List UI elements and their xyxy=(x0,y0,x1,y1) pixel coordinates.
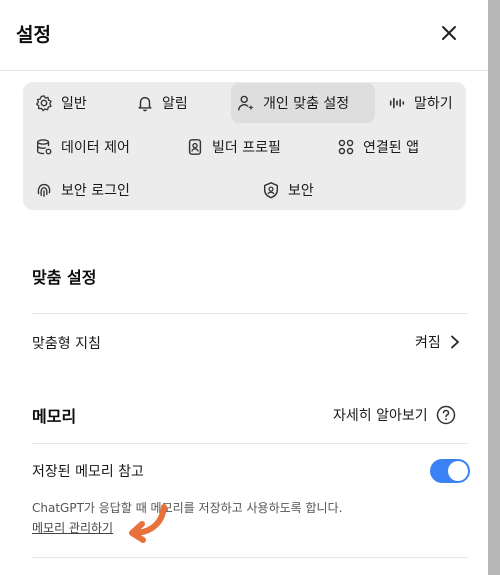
custom-instructions-button[interactable]: 켜짐 xyxy=(415,332,461,352)
tab-secure-login[interactable]: 보안 로그인 xyxy=(29,171,136,209)
settings-dialog: 설정 일반 알림 개인 맞춤 설정 말하기 데이터 제어 빌더 프로필 연결된 … xyxy=(0,0,488,575)
toggle-knob xyxy=(448,461,468,481)
tab-voice[interactable]: 말하기 xyxy=(382,84,459,122)
manage-memory-link[interactable]: 메모리 관리하기 xyxy=(32,519,113,536)
tab-data-controls[interactable]: 데이터 제어 xyxy=(29,128,136,166)
memory-section-title: 메모리 xyxy=(32,407,77,426)
divider xyxy=(32,443,468,444)
apps-grid-icon xyxy=(338,139,354,155)
annotation-arrow-icon xyxy=(129,504,167,543)
tab-label: 빌더 프로필 xyxy=(212,140,281,156)
tab-personalization[interactable]: 개인 맞춤 설정 xyxy=(231,83,375,123)
saved-memory-toggle[interactable] xyxy=(430,459,470,483)
tab-label: 개인 맞춤 설정 xyxy=(263,96,350,112)
id-badge-icon xyxy=(188,139,202,155)
close-icon xyxy=(442,26,456,40)
bell-icon xyxy=(138,96,152,112)
tab-label: 데이터 제어 xyxy=(61,140,130,156)
tab-label: 알림 xyxy=(162,96,188,112)
person-sparkle-icon xyxy=(238,95,254,111)
chevron-right-icon xyxy=(450,335,459,349)
custom-instructions-label: 맞춤형 지침 xyxy=(32,336,101,352)
tab-general[interactable]: 일반 xyxy=(29,84,93,122)
tab-label: 연결된 앱 xyxy=(363,140,419,156)
learn-more-button[interactable]: 자세히 알아보기 xyxy=(333,405,456,425)
dialog-header: 설정 xyxy=(0,0,488,71)
gear-icon xyxy=(35,95,52,112)
memory-description: ChatGPT가 응답할 때 메모리를 저장하고 사용하도록 합니다. xyxy=(32,501,343,515)
settings-tabs: 일반 알림 개인 맞춤 설정 말하기 데이터 제어 빌더 프로필 연결된 앱 보… xyxy=(23,82,466,210)
backdrop xyxy=(488,0,500,575)
divider xyxy=(32,557,468,558)
waveform-icon xyxy=(389,97,405,109)
saved-memory-label: 저장된 메모리 참고 xyxy=(32,464,144,480)
shield-user-icon xyxy=(263,182,279,199)
tab-label: 보안 xyxy=(288,183,314,199)
database-gear-icon xyxy=(37,139,52,155)
personalization-section-title: 맞춤 설정 xyxy=(32,268,97,287)
learn-more-label: 자세히 알아보기 xyxy=(333,408,428,424)
tab-builder-profile[interactable]: 빌더 프로필 xyxy=(180,128,287,166)
help-circle-icon xyxy=(436,405,455,425)
custom-instructions-status: 켜짐 xyxy=(415,335,441,351)
tab-label: 일반 xyxy=(61,96,87,112)
close-button[interactable] xyxy=(434,18,464,48)
tab-notifications[interactable]: 알림 xyxy=(130,84,194,122)
tab-label: 보안 로그인 xyxy=(61,183,130,199)
dialog-title: 설정 xyxy=(16,24,51,46)
tab-connected-apps[interactable]: 연결된 앱 xyxy=(331,128,425,166)
divider xyxy=(32,313,468,314)
tab-security[interactable]: 보안 xyxy=(256,171,320,209)
fingerprint-icon xyxy=(37,183,51,197)
tab-label: 말하기 xyxy=(414,96,453,112)
